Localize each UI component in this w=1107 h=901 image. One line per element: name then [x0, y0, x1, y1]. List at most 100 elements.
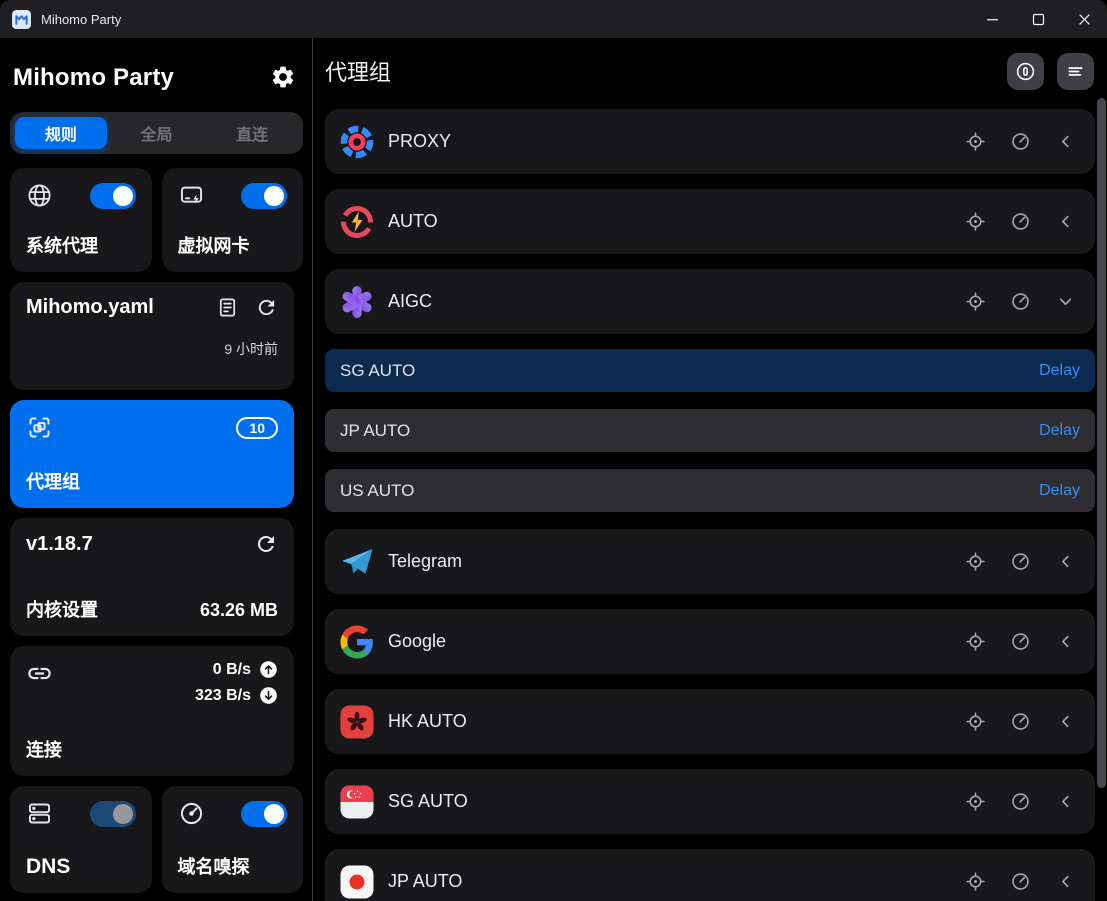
- link-icon: [26, 660, 53, 687]
- settings-button[interactable]: [269, 64, 297, 92]
- delay-test-button[interactable]: [1010, 631, 1031, 652]
- close-button[interactable]: [1061, 0, 1107, 38]
- proxy-group-row[interactable]: PROXY: [325, 109, 1095, 174]
- proxy-node-row[interactable]: SG AUTODelay: [325, 349, 1095, 392]
- mode-tabbar: 规则全局直连: [10, 112, 303, 154]
- window-controls: [969, 0, 1107, 38]
- download-speed: 323 B/s: [195, 687, 251, 705]
- chevron-left-icon[interactable]: [1055, 871, 1076, 892]
- chevron-left-icon[interactable]: [1055, 551, 1076, 572]
- proxy-group-row[interactable]: JP AUTO: [325, 849, 1095, 901]
- delay-test-button[interactable]: [1010, 871, 1031, 892]
- chevron-left-icon[interactable]: [1055, 631, 1076, 652]
- globe-icon: [26, 182, 53, 209]
- app-logo-icon: [12, 10, 31, 29]
- locate-node-button[interactable]: [965, 711, 986, 732]
- delay-test-button[interactable]: [1010, 791, 1031, 812]
- tun-toggle[interactable]: [241, 183, 287, 209]
- minimize-button[interactable]: [969, 0, 1015, 38]
- proxy-group-row[interactable]: Telegram: [325, 529, 1095, 594]
- flag-hk-icon: [339, 704, 375, 740]
- sniff-icon: [178, 800, 205, 827]
- locate-node-button[interactable]: [965, 791, 986, 812]
- locate-node-button[interactable]: [965, 131, 986, 152]
- delay-link[interactable]: Delay: [1039, 482, 1080, 500]
- delay-test-button[interactable]: [1010, 291, 1031, 312]
- upload-speed: 0 B/s: [213, 661, 251, 679]
- proxy-node-row[interactable]: JP AUTO Delay: [325, 409, 1095, 452]
- sider-toggle-button[interactable]: [1007, 53, 1044, 90]
- delay-test-button[interactable]: [1010, 131, 1031, 152]
- delay-link[interactable]: Delay: [1039, 362, 1080, 380]
- proxy-group-row[interactable]: HK AUTO: [325, 689, 1095, 754]
- delay-test-button[interactable]: [1010, 211, 1031, 232]
- sniff-toggle[interactable]: [241, 801, 287, 827]
- proxy-node-name: US AUTO: [340, 481, 414, 501]
- list-layout-button[interactable]: [1057, 53, 1094, 90]
- proxy-group-name: PROXY: [388, 131, 451, 152]
- locate-node-button[interactable]: [965, 631, 986, 652]
- sniff-card[interactable]: 域名嗅探: [162, 786, 304, 893]
- proxy-group-name: JP AUTO: [388, 871, 462, 892]
- tab-direct[interactable]: 直连: [206, 117, 298, 149]
- proxy-group-row[interactable]: Google: [325, 609, 1095, 674]
- tun-card[interactable]: 虚拟网卡: [162, 168, 304, 272]
- core-card[interactable]: v1.18.7 内核设置 63.26 MB: [10, 518, 294, 636]
- sniff-label: 域名嗅探: [178, 853, 288, 879]
- proxy-node-row[interactable]: US AUTO Delay: [325, 469, 1095, 512]
- proxy-groups-card[interactable]: 10 代理组: [10, 400, 294, 508]
- chevron-down-icon[interactable]: [1055, 291, 1076, 312]
- chevron-left-icon[interactable]: [1055, 211, 1076, 232]
- proxy-group-name: AIGC: [388, 291, 432, 312]
- flag-sg-icon: [339, 784, 375, 820]
- delay-test-button[interactable]: [1010, 551, 1031, 572]
- delay-link[interactable]: Delay: [1039, 422, 1080, 440]
- openai-logo-icon: [339, 284, 375, 320]
- dns-card[interactable]: DNS: [10, 786, 152, 893]
- dns-toggle[interactable]: [90, 801, 136, 827]
- system-proxy-label: 系统代理: [26, 232, 136, 258]
- sidebar: Mihomo Party 规则全局直连 系统代理: [0, 38, 313, 901]
- proxy-node-name: JP AUTO: [340, 421, 410, 441]
- proxy-group-row[interactable]: AIGC: [325, 269, 1095, 334]
- connections-card[interactable]: 0 B/s 323 B/s 连接: [10, 646, 294, 776]
- proxy-group-name: Google: [388, 631, 446, 652]
- scrollbar-thumb[interactable]: [1097, 98, 1106, 788]
- restart-core-button[interactable]: [254, 532, 278, 556]
- tun-label: 虚拟网卡: [178, 232, 288, 258]
- locate-node-button[interactable]: [965, 551, 986, 572]
- profile-updated-time: 9 小时前: [26, 339, 278, 359]
- system-proxy-card[interactable]: 系统代理: [10, 168, 152, 272]
- locate-node-button[interactable]: [965, 211, 986, 232]
- titlebar: Mihomo Party: [0, 0, 1107, 38]
- google-logo-icon: [339, 624, 375, 660]
- locate-node-button[interactable]: [965, 291, 986, 312]
- proxy-group-row[interactable]: SG AUTO: [325, 769, 1095, 834]
- auto-logo-icon: [339, 204, 375, 240]
- tab-global[interactable]: 全局: [111, 117, 203, 149]
- main-panel: 代理组 PROXYAUTOAIGCSG AUTODelayJP AUTODela…: [313, 38, 1107, 901]
- system-proxy-toggle[interactable]: [90, 183, 136, 209]
- proxy-group-name: Telegram: [388, 551, 462, 572]
- update-profile-button[interactable]: [255, 296, 278, 319]
- proxy-groups-count-badge: 10: [236, 417, 278, 439]
- chevron-left-icon[interactable]: [1055, 131, 1076, 152]
- maximize-button[interactable]: [1015, 0, 1061, 38]
- tab-rule[interactable]: 规则: [15, 117, 107, 149]
- proxy-group-row[interactable]: AUTO: [325, 189, 1095, 254]
- chevron-left-icon[interactable]: [1055, 711, 1076, 732]
- profile-card[interactable]: Mihomo.yaml 9 小时前: [10, 282, 294, 390]
- app-title: Mihomo Party: [13, 64, 174, 92]
- edit-profile-button[interactable]: [216, 296, 239, 319]
- proxy-node-list: SG AUTODelay JP AUTO Delay US AUTO Delay: [325, 349, 1095, 512]
- chevron-left-icon[interactable]: [1055, 791, 1076, 812]
- upload-arrow-icon: [259, 660, 278, 679]
- connections-label: 连接: [26, 736, 278, 762]
- proxy-group-list: PROXYAUTOAIGCSG AUTODelayJP AUTODelayUS …: [313, 104, 1107, 901]
- page-title: 代理组: [325, 55, 391, 87]
- download-arrow-icon: [259, 686, 278, 705]
- locate-node-button[interactable]: [965, 871, 986, 892]
- delay-test-button[interactable]: [1010, 711, 1031, 732]
- profile-name: Mihomo.yaml: [26, 296, 154, 319]
- scan-group-icon: [26, 414, 53, 441]
